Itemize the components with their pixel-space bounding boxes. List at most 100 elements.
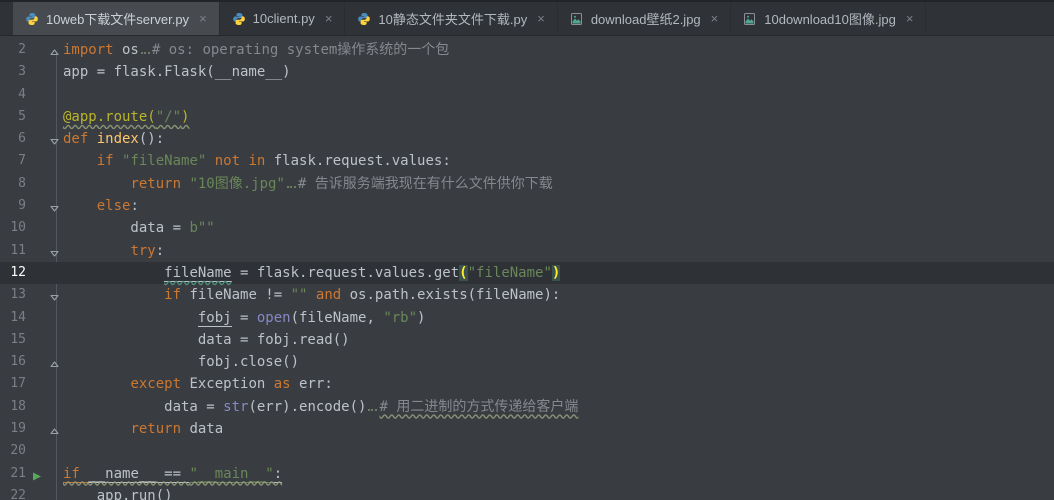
line-number: 20 (0, 440, 26, 462)
editor-tab-3[interactable]: download壁纸2.jpg× (558, 2, 731, 35)
code-token: data (189, 421, 223, 437)
code-editor[interactable]: 2import os# os: operating system操作系统的一个包… (0, 36, 1054, 500)
line-number: 12 (0, 262, 26, 284)
chevron-down-icon[interactable] (46, 195, 63, 217)
chevron-down-icon[interactable] (46, 128, 63, 150)
close-icon[interactable]: × (537, 12, 545, 25)
code-token: try (130, 243, 155, 259)
image-icon (570, 12, 584, 26)
line-number: 15 (0, 329, 26, 351)
chevron-up-icon[interactable] (46, 418, 63, 440)
chevron-up-icon[interactable] (46, 39, 63, 61)
close-icon[interactable]: × (711, 12, 719, 25)
gutter-spacer (26, 485, 46, 500)
code-token: : (274, 466, 282, 483)
line-number: 16 (0, 351, 26, 373)
code-line-11[interactable]: 11 try: (0, 240, 1054, 262)
code-token: # os: operating system操作系统的一个包 (152, 42, 449, 58)
code-line-16[interactable]: 16 fobj.close() (0, 351, 1054, 373)
code-token: "10图像.jpg" (189, 176, 284, 192)
line-number: 18 (0, 396, 26, 418)
code-line-2[interactable]: 2import os# os: operating system操作系统的一个包 (0, 39, 1054, 61)
line-number: 9 (0, 195, 26, 217)
code-line-7[interactable]: 7 if "fileName" not in flask.request.val… (0, 150, 1054, 172)
fold-spacer (46, 262, 63, 284)
code-token: data = fobj.read() (63, 332, 350, 348)
line-number: 11 (0, 240, 26, 262)
close-icon[interactable]: × (325, 12, 333, 25)
line-number: 10 (0, 217, 26, 239)
code-line-19[interactable]: 19 return data (0, 418, 1054, 440)
code-line-22[interactable]: 22 app.run() (0, 485, 1054, 500)
code-token: ( (459, 265, 467, 281)
chevron-down-icon[interactable] (46, 284, 63, 306)
code-token: "" (291, 287, 308, 303)
line-number: 7 (0, 150, 26, 172)
line-number: 5 (0, 106, 26, 128)
code-line-3[interactable]: 3app = flask.Flask(__name__) (0, 61, 1054, 83)
code-line-15[interactable]: 15 data = fobj.read() (0, 329, 1054, 351)
code-line-12[interactable]: 12 fileName = flask.request.values.get("… (0, 262, 1054, 284)
code-text: app.run() (63, 485, 1054, 500)
line-number: 2 (0, 39, 26, 61)
line-number: 14 (0, 307, 26, 329)
close-icon[interactable]: × (906, 12, 914, 25)
chevron-down-icon[interactable] (46, 240, 63, 262)
tab-label: 10静态文件夹文件下载.py (378, 9, 527, 28)
code-token: # 告诉服务端我现在有什么文件供你下载 (298, 176, 553, 192)
code-line-6[interactable]: 6def index(): (0, 128, 1054, 150)
editor-tab-4[interactable]: 10download10图像.jpg × (731, 2, 926, 35)
gutter-spacer (26, 173, 46, 195)
code-line-13[interactable]: 13 if fileName != "" and os.path.exists(… (0, 284, 1054, 306)
fold-spacer (46, 485, 63, 500)
fold-spacer (46, 150, 63, 172)
line-number: 22 (0, 485, 26, 500)
code-token (63, 310, 198, 326)
gutter-spacer (26, 39, 46, 61)
code-line-4[interactable]: 4 (0, 84, 1054, 106)
editor-tab-1[interactable]: 10client.py× (220, 2, 346, 35)
fold-spacer (46, 173, 63, 195)
code-line-17[interactable]: 17 except Exception as err: (0, 373, 1054, 395)
code-token: "/" (156, 109, 181, 125)
code-token: ) (552, 265, 560, 281)
code-line-20[interactable]: 20 (0, 440, 1054, 462)
code-token (63, 243, 130, 259)
code-text: if __name__ == "__main__": (63, 463, 1054, 485)
close-icon[interactable]: × (199, 12, 207, 25)
line-number: 19 (0, 418, 26, 440)
code-line-5[interactable]: 5@app.route("/") (0, 106, 1054, 128)
code-token: (): (139, 131, 164, 147)
code-line-10[interactable]: 10 data = b"" (0, 217, 1054, 239)
code-text: if "fileName" not in flask.request.value… (63, 150, 1054, 172)
code-line-18[interactable]: 18 data = str(err).encode()# 用二进制的方式传递给客… (0, 396, 1054, 418)
tab-label: 10download10图像.jpg (764, 9, 896, 28)
code-token: # 用二进制的方式传递给客户端 (379, 399, 578, 415)
code-line-8[interactable]: 8 return "10图像.jpg"# 告诉服务端我现在有什么文件供你下载 (0, 173, 1054, 195)
code-token: if (63, 466, 88, 483)
code-line-14[interactable]: 14 fobj = open(fileName, "rb") (0, 307, 1054, 329)
editor-tab-2[interactable]: 10静态文件夹文件下载.py × (345, 2, 557, 35)
fold-spacer (46, 217, 63, 239)
code-token: os (114, 42, 139, 58)
editor-tab-0[interactable]: 10web下载文件server.py× (13, 2, 220, 35)
code-token: : (130, 198, 138, 214)
editor-tab-bar: 10web下载文件server.py×10client.py×10静态文件夹文件… (0, 0, 1054, 36)
code-token (63, 287, 164, 303)
code-text: import os# os: operating system操作系统的一个包 (63, 39, 1054, 61)
code-token: open (257, 310, 291, 326)
chevron-up-icon[interactable] (46, 351, 63, 373)
line-number: 6 (0, 128, 26, 150)
fold-spacer (46, 373, 63, 395)
code-token: "__main__" (189, 466, 273, 483)
gutter-spacer (26, 418, 46, 440)
code-text: fileName = flask.request.values.get("fil… (63, 262, 1054, 284)
fold-spacer (46, 307, 63, 329)
code-text (63, 440, 1054, 462)
run-icon[interactable] (26, 463, 46, 485)
fold-spacer (46, 84, 63, 106)
code-line-21[interactable]: 21if __name__ == "__main__": (0, 463, 1054, 485)
code-text: else: (63, 195, 1054, 217)
code-text: return data (63, 418, 1054, 440)
code-line-9[interactable]: 9 else: (0, 195, 1054, 217)
